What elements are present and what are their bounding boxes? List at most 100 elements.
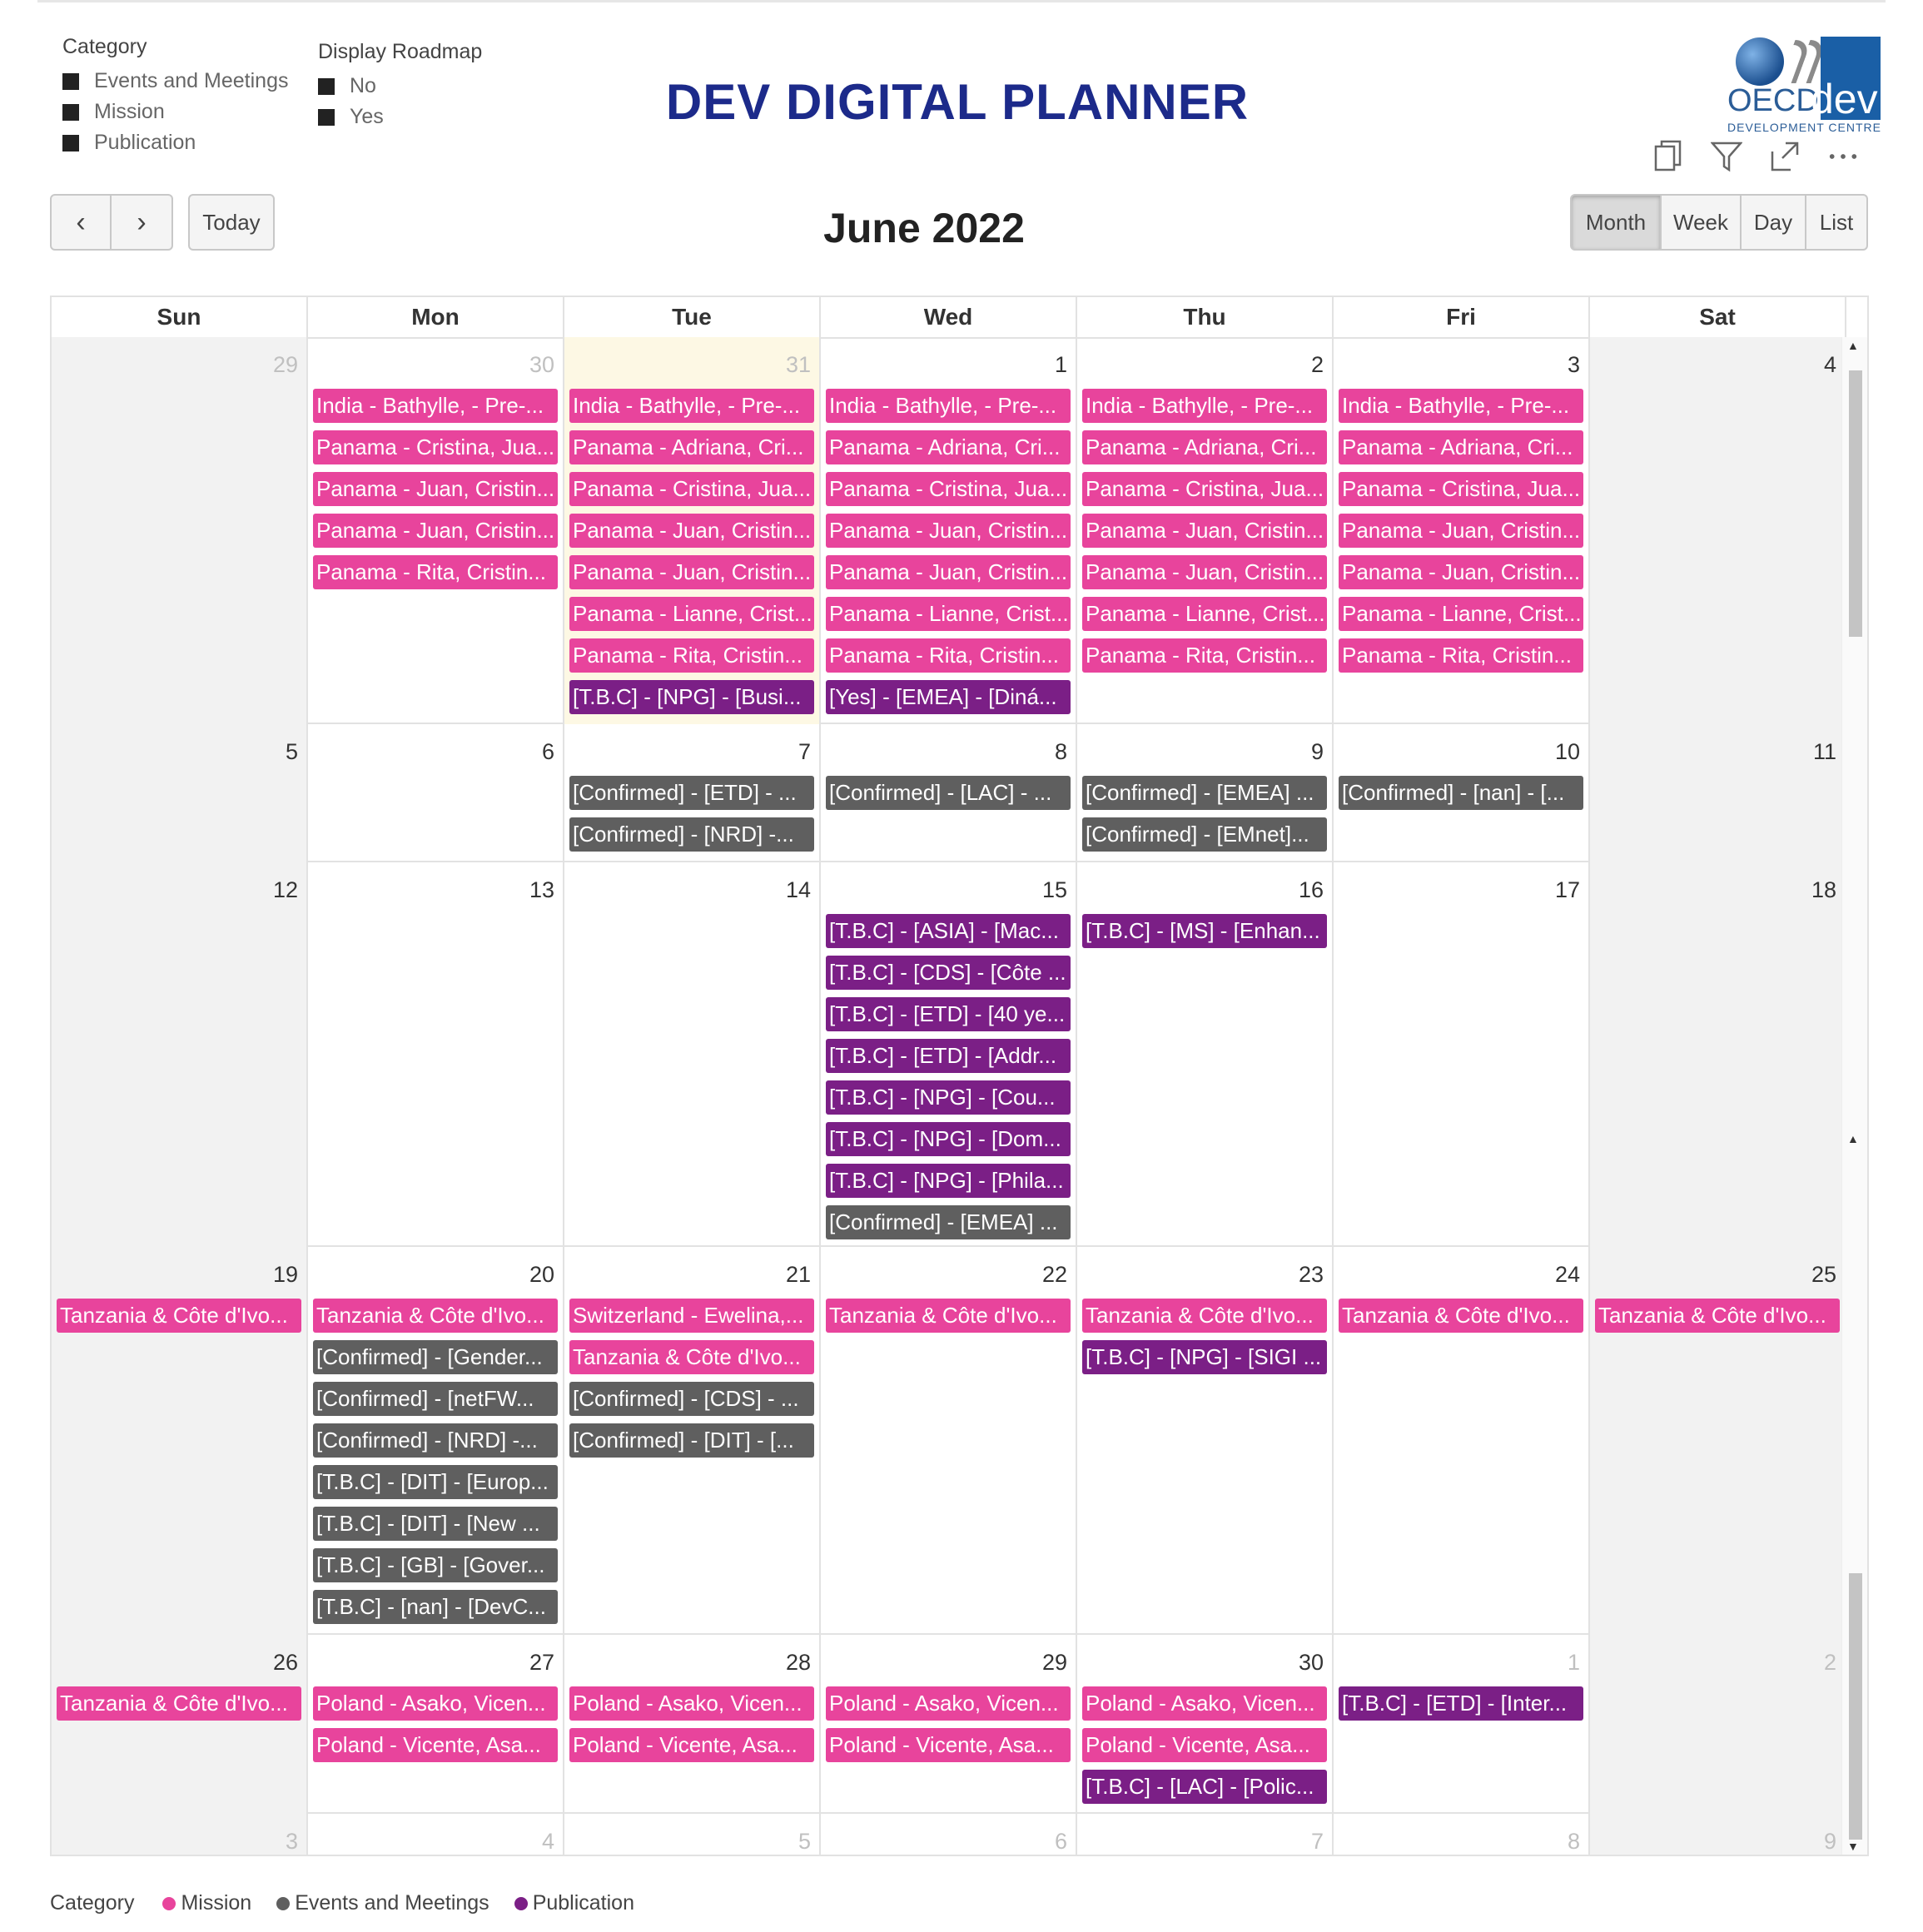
day-cell[interactable]: 6 (308, 724, 564, 862)
calendar-event[interactable]: [T.B.C] - [GB] - [Gover... (313, 1548, 558, 1582)
day-cell[interactable]: 29 (52, 337, 308, 724)
day-number[interactable]: 19 (273, 1262, 298, 1288)
calendar-event[interactable]: Panama - Juan, Cristin... (569, 514, 814, 548)
calendar-event[interactable]: [T.B.C] - [DIT] - [Europ... (313, 1465, 558, 1499)
day-number[interactable]: 7 (798, 739, 811, 765)
calendar-event[interactable]: [Confirmed] - [NRD] -... (313, 1423, 558, 1458)
today-button[interactable]: Today (188, 194, 275, 251)
slicer-option-publication[interactable]: Publication (62, 127, 288, 158)
day-number[interactable]: 2 (1824, 1650, 1836, 1676)
slicer-option-no[interactable]: No (318, 71, 482, 102)
checkbox-icon[interactable] (62, 134, 79, 151)
calendar-event[interactable]: [Confirmed] - [NRD] -... (569, 817, 814, 852)
slicer-option-mission[interactable]: Mission (62, 97, 288, 127)
day-number[interactable]: 20 (529, 1262, 554, 1288)
day-number[interactable]: 24 (1555, 1262, 1580, 1288)
calendar-event[interactable]: Switzerland - Ewelina,... (569, 1299, 814, 1333)
day-number[interactable]: 9 (1824, 1829, 1836, 1855)
calendar-event[interactable]: Panama - Rita, Cristin... (1082, 638, 1327, 673)
calendar-event[interactable]: Panama - Cristina, Jua... (1082, 472, 1327, 506)
calendar-event[interactable]: India - Bathylle, - Pre-... (826, 389, 1071, 423)
day-number[interactable]: 5 (286, 739, 298, 765)
calendar-event[interactable]: Poland - Vicente, Asa... (569, 1728, 814, 1762)
calendar-event[interactable]: Panama - Cristina, Jua... (313, 430, 558, 464)
calendar-event[interactable]: Tanzania & Côte d'Ivo... (1595, 1299, 1840, 1333)
next-month-button[interactable]: › (112, 194, 173, 251)
day-cell[interactable]: 9 (1590, 1814, 1846, 1855)
calendar-event[interactable]: [Confirmed] - [DIT] - [... (569, 1423, 814, 1458)
slicer-option-yes[interactable]: Yes (318, 102, 482, 132)
calendar-event[interactable]: Poland - Asako, Vicen... (1082, 1686, 1327, 1721)
day-number[interactable]: 30 (1299, 1650, 1324, 1676)
calendar-event[interactable]: Tanzania & Côte d'Ivo... (1339, 1299, 1583, 1333)
calendar-event[interactable]: [Confirmed] - [CDS] - ... (569, 1382, 814, 1416)
calendar-event[interactable]: Panama - Cristina, Jua... (569, 472, 814, 506)
day-cell[interactable]: 7 (1077, 1814, 1334, 1855)
day-cell[interactable]: 23 Tanzania & Côte d'Ivo... [T.B.C] - [NPG… (1077, 1247, 1334, 1635)
calendar-event[interactable]: [Confirmed] - [EMEA] ... (826, 1205, 1071, 1239)
calendar-event[interactable]: Tanzania & Côte d'Ivo... (57, 1299, 301, 1333)
day-number[interactable]: 4 (542, 1829, 554, 1855)
calendar-event[interactable]: India - Bathylle, - Pre-... (569, 389, 814, 423)
day-number[interactable]: 1 (1055, 352, 1067, 378)
day-cell[interactable]: 25 Tanzania & Côte d'Ivo... (1590, 1247, 1846, 1635)
day-cell[interactable]: 22 Tanzania & Côte d'Ivo... (821, 1247, 1077, 1635)
filter-icon[interactable] (1711, 140, 1742, 173)
calendar-event[interactable]: India - Bathylle, - Pre-... (1339, 389, 1583, 423)
day-cell[interactable]: 27 Poland - Asako, Vicen... Poland - Vicen… (308, 1635, 564, 1814)
day-number[interactable]: 10 (1555, 739, 1580, 765)
calendar-event[interactable]: Panama - Rita, Cristin... (569, 638, 814, 673)
day-cell[interactable]: 19 Tanzania & Côte d'Ivo... (52, 1247, 308, 1635)
slicer-option-events-and-meetings[interactable]: Events and Meetings (62, 66, 288, 97)
checkbox-icon[interactable] (62, 103, 79, 121)
day-cell[interactable]: 30 Poland - Asako, Vicen... Poland - Vicen… (1077, 1635, 1334, 1814)
calendar-event[interactable]: [T.B.C] - [ASIA] - [Mac... (826, 914, 1071, 948)
calendar-event[interactable]: Panama - Adriana, Cri... (826, 430, 1071, 464)
day-number[interactable]: 22 (1042, 1262, 1067, 1288)
calendar-event[interactable]: Poland - Asako, Vicen... (569, 1686, 814, 1721)
calendar-event[interactable]: Panama - Rita, Cristin... (826, 638, 1071, 673)
calendar-event[interactable]: [T.B.C] - [NPG] - [Dom... (826, 1122, 1071, 1156)
day-cell[interactable]: 8 (1334, 1814, 1590, 1855)
calendar-event[interactable]: [Confirmed] - [nan] - [... (1339, 776, 1583, 810)
calendar-scrollbar[interactable]: ▲ ▲ ▼ (1841, 337, 1867, 1855)
day-number[interactable]: 3 (1568, 352, 1580, 378)
calendar-event[interactable]: Panama - Juan, Cristin... (1082, 555, 1327, 589)
day-cell[interactable]: 5 (564, 1814, 821, 1855)
day-cell[interactable]: 1 [T.B.C] - [ETD] - [Inter... (1334, 1635, 1590, 1814)
calendar-event[interactable]: Panama - Lianne, Crist... (1339, 597, 1583, 631)
day-number[interactable]: 31 (786, 352, 811, 378)
day-cell[interactable]: 11 (1590, 724, 1846, 862)
checkbox-icon[interactable] (318, 77, 335, 95)
prev-month-button[interactable]: ‹ (50, 194, 112, 251)
calendar-event[interactable]: Panama - Juan, Cristin... (826, 555, 1071, 589)
calendar-event[interactable]: Poland - Asako, Vicen... (313, 1686, 558, 1721)
calendar-event[interactable]: [T.B.C] - [ETD] - [40 ye... (826, 997, 1071, 1031)
day-number[interactable]: 11 (1813, 739, 1836, 765)
month-view-button[interactable]: Month (1570, 194, 1662, 251)
day-number[interactable]: 29 (273, 352, 298, 378)
calendar-event[interactable]: Panama - Adriana, Cri... (1082, 430, 1327, 464)
calendar-event[interactable]: [T.B.C] - [DIT] - [New ... (313, 1507, 558, 1541)
day-cell[interactable]: 29 Poland - Asako, Vicen... Poland - Vicen… (821, 1635, 1077, 1814)
day-number[interactable]: 8 (1055, 739, 1067, 765)
day-cell[interactable]: 31 India - Bathylle, - Pre-... Panama - Ad… (564, 337, 821, 724)
calendar-event[interactable]: [Confirmed] - [Gender... (313, 1340, 558, 1374)
day-number[interactable]: 29 (1042, 1650, 1067, 1676)
calendar-event[interactable]: Tanzania & Côte d'Ivo... (313, 1299, 558, 1333)
day-view-button[interactable]: Day (1742, 194, 1806, 251)
day-number[interactable]: 21 (786, 1262, 811, 1288)
day-cell[interactable]: 4 (308, 1814, 564, 1855)
day-cell[interactable]: 26 Tanzania & Côte d'Ivo... (52, 1635, 308, 1814)
calendar-event[interactable]: Panama - Lianne, Crist... (569, 597, 814, 631)
calendar-event[interactable]: Panama - Juan, Cristin... (313, 472, 558, 506)
calendar-event[interactable]: [Confirmed] - [netFW... (313, 1382, 558, 1416)
calendar-event[interactable]: [Confirmed] - [ETD] - ... (569, 776, 814, 810)
calendar-event[interactable]: Poland - Vicente, Asa... (313, 1728, 558, 1762)
focus-mode-icon[interactable] (1769, 140, 1801, 173)
calendar-event[interactable]: Panama - Juan, Cristin... (1339, 514, 1583, 548)
day-number[interactable]: 27 (529, 1650, 554, 1676)
day-cell[interactable]: 2 (1590, 1635, 1846, 1814)
calendar-event[interactable]: [T.B.C] - [nan] - [DevC... (313, 1590, 558, 1624)
calendar-event[interactable]: [Confirmed] - [EMEA] ... (1082, 776, 1327, 810)
